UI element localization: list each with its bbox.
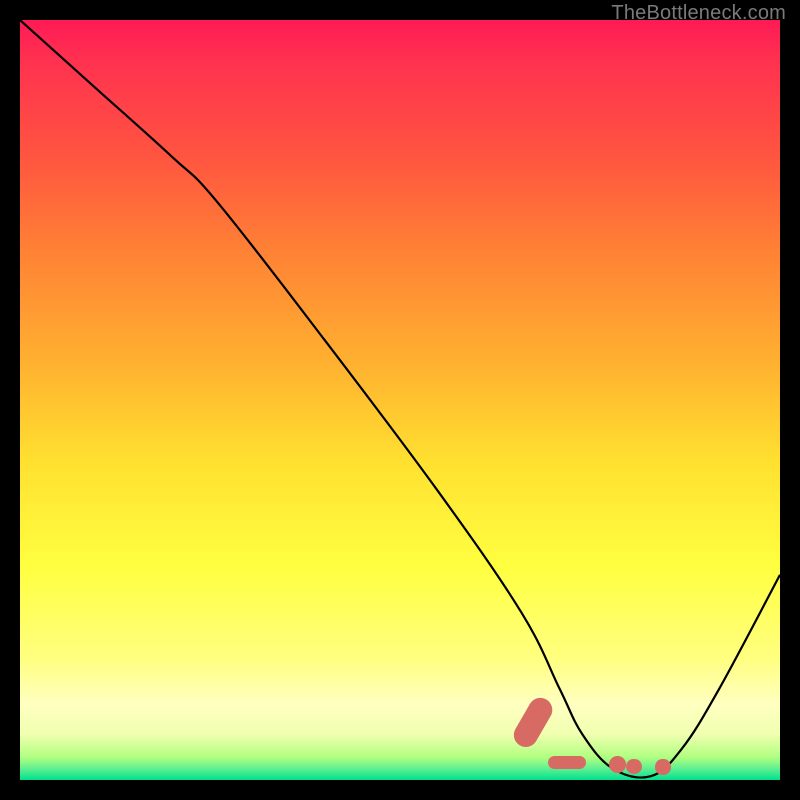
highlight-dot1: [609, 756, 626, 773]
highlight-marks: [20, 20, 780, 780]
highlight-elbow: [509, 694, 557, 752]
stage: TheBottleneck.com: [0, 0, 800, 800]
plot-area: [20, 20, 780, 780]
highlight-dot2: [626, 759, 641, 774]
highlight-flat1: [548, 756, 586, 770]
highlight-dot3: [655, 759, 670, 774]
